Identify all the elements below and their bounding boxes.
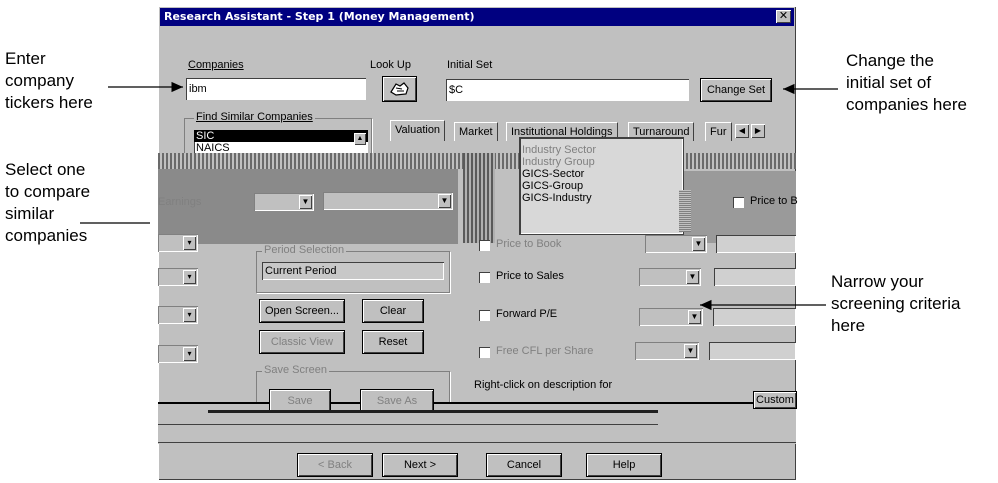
free-cfl-value[interactable] [709,342,796,360]
callout-enter-tickers: Enter company tickers here [5,49,93,112]
left-spinner-4[interactable]: ▾ [158,345,198,363]
tab-scroll-right[interactable]: ▶ [751,124,765,138]
price-to-sales-operator[interactable]: ▼ [639,268,701,286]
earnings-label: Earnings [158,196,202,208]
render-artifact-line-4 [158,442,796,443]
save-button[interactable]: Save [270,390,330,412]
period-selection-label: Period Selection [262,244,347,256]
period-selection-field[interactable]: Current Period [262,262,444,280]
sector-list-scrollbar[interactable] [679,190,691,232]
price-to-sales-checkbox[interactable] [479,272,490,283]
price-to-book-checkbox[interactable] [479,240,490,251]
right-click-hint: Right-click on description for [474,379,613,391]
forward-pe-label: Forward P/E [496,308,558,320]
earnings-operator-combo[interactable]: ▼ [254,193,314,211]
price-to-book-operator[interactable]: ▼ [645,235,707,253]
open-screen-button[interactable]: Open Screen... [260,300,344,322]
forward-pe-operator[interactable]: ▼ [639,308,703,326]
left-spinner-2[interactable]: ▾ [158,268,198,286]
custom-button[interactable]: Custom [754,392,796,408]
forward-pe-checkbox[interactable] [479,310,490,321]
research-assistant-dialog: Research Assistant - Step 1 (Money Manag… [158,6,798,480]
reset-button[interactable]: Reset [363,331,423,353]
sector-option-industry-group[interactable]: Industry Group [520,156,683,168]
find-similar-label: Find Similar Companies [194,111,315,123]
price-to-book-label: Price to Book [496,238,562,250]
next-button[interactable]: Next > [383,454,457,476]
tab-market[interactable]: Market [454,122,498,141]
save-as-button[interactable]: Save As [361,390,433,412]
companies-input[interactable]: ibm [186,78,366,100]
close-icon[interactable]: ✕ [776,10,791,23]
find-similar-scroll-up[interactable]: ▲ [354,133,366,145]
sector-option-industry-sector[interactable]: Industry Sector [520,144,683,156]
free-cfl-label: Free CFL per Share [496,345,594,357]
save-screen-label: Save Screen [262,364,329,376]
window-title: Research Assistant - Step 1 (Money Manag… [164,10,475,23]
left-spinner-1[interactable]: ▾ [158,234,198,252]
callout-select-compare: Select one to compare similar companies [5,160,91,245]
clear-button[interactable]: Clear [363,300,423,322]
lookup-hand-icon [389,82,409,96]
sector-option-gics-industry[interactable]: GICS-Industry [520,192,683,204]
render-artifact-strip [463,153,495,243]
cancel-button[interactable]: Cancel [487,454,561,476]
tab-scroll-left[interactable]: ◀ [735,124,749,138]
initial-set-label: Initial Set [447,59,493,71]
render-artifact-line-3 [158,424,658,425]
render-artifact-line-2 [208,410,658,413]
lookup-button[interactable] [383,77,416,101]
price-to-sales-label: Price to Sales [496,270,564,282]
tab-valuation[interactable]: Valuation [390,120,446,141]
custom-label: Custom [756,394,794,406]
find-similar-option-sic[interactable]: SIC [194,130,368,142]
price-to-book-value[interactable] [716,235,796,253]
price-to-b-label: Price to B [750,195,798,207]
sector-option-gics-sector[interactable]: GICS-Sector [520,168,683,180]
callout-narrow-criteria: Narrow your screening criteria here [831,272,961,335]
initial-set-field[interactable]: $C [446,79,689,101]
callout-change-initial: Change the initial set of companies here [846,51,967,114]
classic-view-button[interactable]: Classic View [260,331,344,353]
forward-pe-value[interactable] [713,308,796,326]
earnings-value-combo[interactable]: ▼ [323,192,453,210]
companies-label: Companies [188,59,244,71]
free-cfl-checkbox[interactable] [479,347,490,358]
price-to-sales-value[interactable] [714,268,796,286]
price-to-b-checkbox[interactable] [733,197,744,208]
back-button[interactable]: < Back [298,454,372,476]
free-cfl-operator[interactable]: ▼ [635,342,699,360]
help-button[interactable]: Help [587,454,661,476]
left-spinner-3[interactable]: ▾ [158,306,198,324]
sector-dropdown-list[interactable]: Industry Sector Industry Group GICS-Sect… [519,137,684,235]
sector-option-gics-group[interactable]: GICS-Group [520,180,683,192]
lookup-label: Look Up [370,59,411,71]
title-bar: Research Assistant - Step 1 (Money Manag… [160,8,794,26]
change-set-button[interactable]: Change Set [701,79,771,101]
tab-fur[interactable]: Fur [705,122,732,141]
